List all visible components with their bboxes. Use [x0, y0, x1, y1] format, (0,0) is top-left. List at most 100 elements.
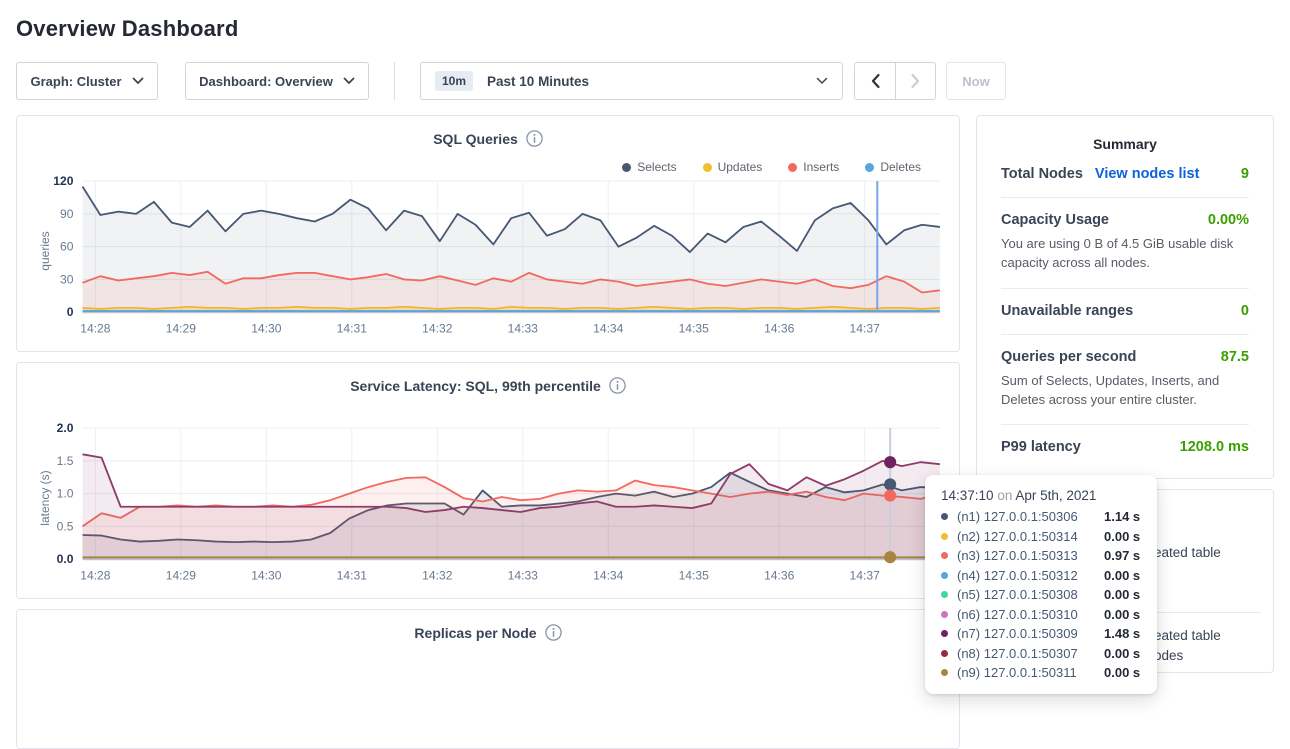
dashboard-dropdown[interactable]: Dashboard: Overview: [185, 62, 369, 100]
tooltip-row: (n7) 127.0.0.1:503091.48 s: [941, 626, 1141, 641]
series-color-dot-icon: [941, 650, 948, 657]
chevron-down-icon: [816, 77, 828, 85]
summary-queries-per-second: Queries per second 87.5: [1001, 349, 1249, 365]
summary-value: 87.5: [1221, 349, 1249, 365]
tooltip-node-value: 0.00 s: [1104, 665, 1140, 680]
summary-value: 0.00%: [1208, 212, 1249, 228]
chart-title: Service Latency: SQL, 99th percentile: [350, 378, 601, 394]
legend-item[interactable]: Deletes: [865, 160, 921, 174]
legend-label: Updates: [718, 160, 763, 174]
time-range-label: Past 10 Minutes: [487, 74, 806, 89]
svg-text:14:34: 14:34: [593, 321, 624, 335]
legend-dot-icon: [622, 163, 631, 172]
chart-title: SQL Queries: [433, 131, 518, 147]
summary-label: Unavailable ranges: [1001, 303, 1133, 319]
svg-text:14:31: 14:31: [337, 321, 368, 335]
svg-text:90: 90: [60, 207, 74, 221]
previous-time-button[interactable]: [855, 63, 895, 99]
series-color-dot-icon: [941, 533, 948, 540]
tooltip-row: (n3) 127.0.0.1:503130.97 s: [941, 548, 1141, 563]
svg-text:14:30: 14:30: [251, 321, 282, 335]
tooltip-timestamp: 14:37:10 on Apr 5th, 2021: [941, 488, 1141, 503]
graph-dropdown-label: Graph: Cluster: [30, 74, 121, 89]
tooltip-node-value: 0.97 s: [1104, 548, 1140, 563]
svg-text:14:35: 14:35: [679, 321, 710, 335]
svg-text:14:33: 14:33: [508, 321, 539, 335]
summary-label: Queries per second: [1001, 349, 1136, 365]
chevron-left-icon: [870, 73, 881, 89]
summary-description: Sum of Selects, Updates, Inserts, and De…: [1001, 372, 1249, 410]
svg-text:14:29: 14:29: [166, 568, 197, 582]
legend-label: Deletes: [880, 160, 921, 174]
divider: [1001, 424, 1249, 425]
tooltip-node-value: 0.00 s: [1104, 607, 1140, 622]
series-color-dot-icon: [941, 630, 948, 637]
tooltip-node-address: (n3) 127.0.0.1:50313: [957, 548, 1104, 563]
legend-label: Inserts: [803, 160, 839, 174]
event-text-fragment: odes: [1154, 648, 1183, 663]
chevron-down-icon: [343, 77, 355, 85]
divider: [1147, 612, 1261, 613]
svg-text:14:35: 14:35: [679, 568, 710, 582]
svg-text:14:29: 14:29: [166, 321, 197, 335]
tooltip-row: (n1) 127.0.0.1:503061.14 s: [941, 509, 1141, 524]
now-button[interactable]: Now: [946, 62, 1006, 100]
now-button-label: Now: [962, 74, 989, 89]
tooltip-node-address: (n4) 127.0.0.1:50312: [957, 568, 1104, 583]
series-color-dot-icon: [941, 611, 948, 618]
event-text-fragment: eated table: [1154, 628, 1221, 643]
svg-text:14:37: 14:37: [850, 568, 881, 582]
tooltip-node-address: (n8) 127.0.0.1:50307: [957, 646, 1104, 661]
view-nodes-list-link[interactable]: View nodes list: [1095, 166, 1200, 182]
time-range-badge: 10m: [435, 71, 473, 91]
tooltip-row: (n5) 127.0.0.1:503080.00 s: [941, 587, 1141, 602]
sql-queries-chart-card: SQL Queries Selects Updates Inserts Deletes…: [16, 115, 960, 352]
series-color-dot-icon: [941, 669, 948, 676]
tooltip-node-value: 1.48 s: [1104, 626, 1140, 641]
svg-text:0.0: 0.0: [57, 552, 74, 566]
service-latency-plot[interactable]: 0.00.51.01.52.014:2814:2914:3014:3114:32…: [24, 420, 952, 589]
svg-text:14:31: 14:31: [337, 568, 368, 582]
tooltip-node-address: (n7) 127.0.0.1:50309: [957, 626, 1104, 641]
summary-value: 1208.0 ms: [1180, 439, 1249, 455]
summary-label: Capacity Usage: [1001, 212, 1109, 228]
svg-text:14:36: 14:36: [764, 568, 795, 582]
series-color-dot-icon: [941, 572, 948, 579]
tooltip-row: (n2) 127.0.0.1:503140.00 s: [941, 529, 1141, 544]
summary-total-nodes: Total Nodes View nodes list 9: [1001, 166, 1249, 182]
legend-item[interactable]: Updates: [703, 160, 763, 174]
legend-item[interactable]: Selects: [622, 160, 676, 174]
tooltip-on-word: on: [997, 488, 1012, 503]
tooltip-row: (n9) 127.0.0.1:503110.00 s: [941, 665, 1141, 680]
series-color-dot-icon: [941, 591, 948, 598]
svg-text:14:30: 14:30: [251, 568, 282, 582]
y-axis-label: queries: [38, 221, 52, 281]
series-color-dot-icon: [941, 513, 948, 520]
summary-panel: Summary Total Nodes View nodes list 9 Ca…: [976, 115, 1274, 479]
legend-item[interactable]: Inserts: [788, 160, 839, 174]
svg-text:14:34: 14:34: [593, 568, 624, 582]
divider: [1001, 197, 1249, 198]
charts-column: SQL Queries Selects Updates Inserts Deletes…: [16, 115, 960, 749]
tooltip-node-address: (n1) 127.0.0.1:50306: [957, 509, 1104, 524]
time-step-buttons: [854, 62, 936, 100]
info-icon[interactable]: [609, 377, 626, 394]
y-axis-label: latency (s): [38, 468, 52, 528]
tooltip-node-address: (n9) 127.0.0.1:50311: [957, 665, 1104, 680]
summary-title: Summary: [1001, 136, 1249, 152]
info-icon[interactable]: [526, 130, 543, 147]
next-time-button[interactable]: [895, 63, 935, 99]
time-range-dropdown[interactable]: 10m Past 10 Minutes: [420, 62, 843, 100]
info-icon[interactable]: [545, 624, 562, 641]
chart-title: Replicas per Node: [414, 625, 536, 641]
graph-dropdown[interactable]: Graph: Cluster: [16, 62, 158, 100]
tooltip-node-address: (n5) 127.0.0.1:50308: [957, 587, 1104, 602]
sql-queries-plot[interactable]: 030609012014:2814:2914:3014:3114:3214:33…: [24, 173, 952, 342]
dashboard-controls: Graph: Cluster Dashboard: Overview 10m P…: [16, 62, 1274, 100]
svg-text:14:32: 14:32: [422, 321, 453, 335]
divider: [1001, 334, 1249, 335]
tooltip-node-address: (n2) 127.0.0.1:50314: [957, 529, 1104, 544]
svg-text:0: 0: [67, 305, 74, 319]
tooltip-node-value: 0.00 s: [1104, 568, 1140, 583]
tooltip-node-address: (n6) 127.0.0.1:50310: [957, 607, 1104, 622]
